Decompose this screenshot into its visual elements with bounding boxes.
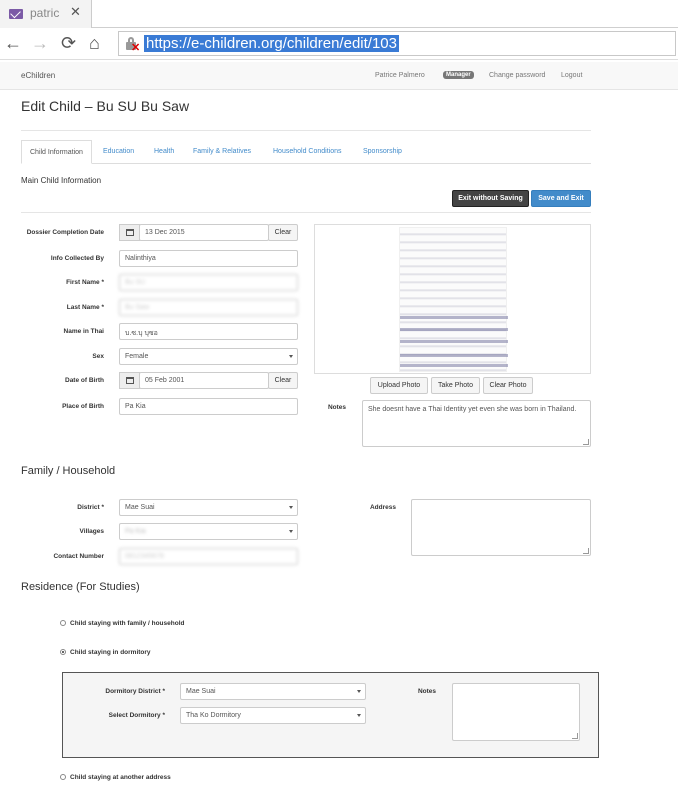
divider bbox=[21, 130, 591, 131]
address-textarea[interactable] bbox=[411, 499, 591, 556]
radio-family-label[interactable]: Child staying with family / household bbox=[70, 620, 184, 627]
url-text[interactable]: https://e-children.org/children/edit/103 bbox=[144, 35, 399, 52]
sex-select[interactable]: Female bbox=[119, 348, 298, 365]
radio-family[interactable] bbox=[60, 620, 66, 626]
radio-dormitory-label[interactable]: Child staying in dormitory bbox=[70, 649, 151, 656]
chevron-down-icon bbox=[289, 355, 293, 358]
last-name-input[interactable]: Bu Saw bbox=[119, 299, 298, 316]
villages-label: Villages bbox=[79, 528, 104, 535]
page-title: Edit Child – Bu SU Bu Saw bbox=[21, 98, 190, 114]
tab-family-relatives[interactable]: Family & Relatives bbox=[193, 140, 251, 164]
home-icon[interactable]: ⌂ bbox=[89, 32, 100, 54]
calendar-icon bbox=[126, 229, 134, 236]
radio-dormitory[interactable] bbox=[60, 649, 66, 655]
tab-child-information[interactable]: Child Information bbox=[21, 140, 92, 164]
villages-selected: Pa Kia bbox=[125, 528, 146, 535]
dob-clear-button[interactable]: Clear bbox=[268, 372, 298, 389]
logout-link[interactable]: Logout bbox=[561, 72, 582, 79]
name-thai-label: Name in Thai bbox=[63, 328, 104, 335]
child-photo bbox=[399, 227, 508, 372]
radio-other-label[interactable]: Child staying at another address bbox=[70, 774, 171, 781]
residence-heading: Residence (For Studies) bbox=[21, 581, 140, 593]
take-photo-button[interactable]: Take Photo bbox=[431, 377, 480, 394]
dorm-district-selected: Mae Suai bbox=[186, 688, 216, 695]
info-collected-input[interactable]: Nalinthiya bbox=[119, 250, 298, 267]
calendar-addon[interactable] bbox=[119, 372, 140, 389]
dorm-notes-label: Notes bbox=[417, 688, 436, 695]
dossier-clear-button[interactable]: Clear bbox=[268, 224, 298, 241]
tab-education[interactable]: Education bbox=[103, 140, 134, 164]
district-selected: Mae Suai bbox=[125, 504, 155, 511]
tab-title: patric bbox=[30, 6, 60, 20]
exit-without-saving-button[interactable]: Exit without Saving bbox=[452, 190, 529, 207]
contact-label: Contact Number bbox=[53, 553, 104, 560]
info-collected-label: Info Collected By bbox=[50, 255, 104, 262]
close-tab-icon[interactable]: ✕ bbox=[70, 4, 81, 20]
photo-panel bbox=[314, 224, 591, 374]
last-name-label: Last Name * bbox=[66, 304, 104, 311]
resize-handle-icon[interactable] bbox=[572, 733, 578, 739]
tab-sponsorship[interactable]: Sponsorship bbox=[363, 140, 402, 164]
select-dorm-selected: Tha Ko Dormitory bbox=[186, 712, 241, 719]
chevron-down-icon bbox=[357, 714, 361, 717]
chevron-down-icon bbox=[357, 690, 361, 693]
address-bar[interactable]: ✕ https://e-children.org/children/edit/1… bbox=[118, 31, 676, 56]
villages-select[interactable]: Pa Kia bbox=[119, 523, 298, 540]
address-label: Address bbox=[369, 504, 396, 511]
back-icon[interactable]: ← bbox=[4, 32, 22, 54]
dorm-district-label: Dormitory District * bbox=[105, 688, 165, 695]
chevron-down-icon bbox=[289, 506, 293, 509]
chevron-down-icon bbox=[289, 530, 293, 533]
select-dorm-label: Select Dormitory * bbox=[108, 712, 165, 719]
upload-photo-button[interactable]: Upload Photo bbox=[370, 377, 428, 394]
section-tabs: Child Information Education Health Famil… bbox=[21, 140, 591, 164]
pob-input[interactable]: Pa Kia bbox=[119, 398, 298, 415]
save-and-exit-button[interactable]: Save and Exit bbox=[531, 190, 591, 207]
resize-handle-icon[interactable] bbox=[583, 548, 589, 554]
reload-icon[interactable]: ⟳ bbox=[61, 32, 76, 54]
role-badge: Manager bbox=[443, 71, 474, 79]
first-name-input[interactable]: Bu SU bbox=[119, 274, 298, 291]
user-name[interactable]: Patrice Palmero bbox=[375, 72, 425, 79]
divider bbox=[21, 212, 591, 213]
tab-health[interactable]: Health bbox=[154, 140, 174, 164]
dorm-notes-textarea[interactable] bbox=[452, 683, 580, 741]
browser-tabstrip: patric ✕ bbox=[0, 0, 678, 28]
clear-photo-button[interactable]: Clear Photo bbox=[483, 377, 533, 394]
browser-tab[interactable]: patric ✕ bbox=[0, 0, 92, 28]
calendar-addon[interactable] bbox=[119, 224, 140, 241]
family-heading: Family / Household bbox=[21, 465, 116, 477]
brand-link[interactable]: eChildren bbox=[21, 71, 55, 80]
gmail-icon bbox=[9, 9, 23, 19]
notes-label: Notes bbox=[327, 404, 346, 411]
district-select[interactable]: Mae Suai bbox=[119, 499, 298, 516]
name-thai-input[interactable]: บ.ซ.บุ บุซอ bbox=[119, 323, 298, 340]
sex-label: Sex bbox=[92, 353, 104, 360]
dossier-date-input[interactable]: 13 Dec 2015 bbox=[139, 224, 269, 241]
notes-textarea[interactable]: She doesnt have a Thai Identity yet even… bbox=[362, 400, 591, 447]
resize-handle-icon[interactable] bbox=[583, 439, 589, 445]
change-password-link[interactable]: Change password bbox=[489, 72, 545, 79]
app-navbar: eChildren Patrice Palmero Manager Change… bbox=[0, 62, 678, 90]
notes-text: She doesnt have a Thai Identity yet even… bbox=[368, 406, 577, 413]
dob-label: Date of Birth bbox=[65, 377, 104, 384]
contact-input[interactable]: 0812345678 bbox=[119, 548, 298, 565]
select-dorm-select[interactable]: Tha Ko Dormitory bbox=[180, 707, 366, 724]
forward-icon[interactable]: → bbox=[31, 32, 49, 54]
radio-other[interactable] bbox=[60, 774, 66, 780]
pob-label: Place of Birth bbox=[62, 403, 104, 410]
dob-input[interactable]: 05 Feb 2001 bbox=[139, 372, 269, 389]
main-info-heading: Main Child Information bbox=[21, 176, 102, 185]
sex-selected: Female bbox=[125, 353, 149, 360]
district-label: District * bbox=[77, 504, 104, 511]
dossier-date-label: Dossier Completion Date bbox=[26, 229, 104, 236]
dorm-district-select[interactable]: Mae Suai bbox=[180, 683, 366, 700]
tab-household-conditions[interactable]: Household Conditions bbox=[273, 140, 342, 164]
browser-toolbar: ← → ⟳ ⌂ ✕ https://e-children.org/childre… bbox=[0, 28, 678, 60]
insecure-lock-icon: ✕ bbox=[125, 37, 140, 54]
calendar-icon bbox=[126, 377, 134, 384]
first-name-label: First Name * bbox=[66, 279, 104, 286]
